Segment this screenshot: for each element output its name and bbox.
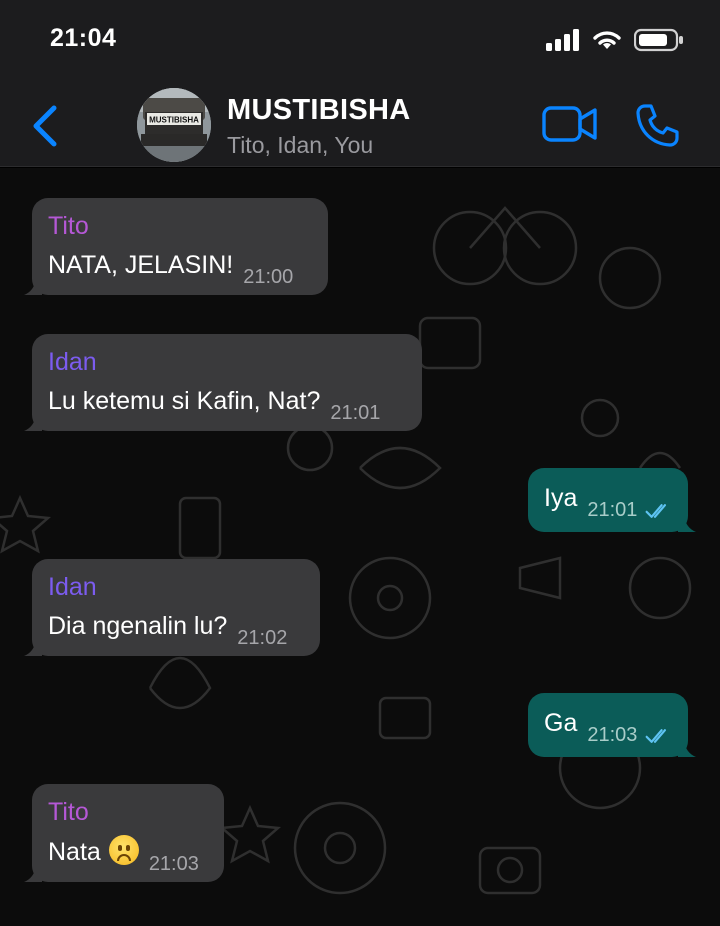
chat-header: MUSTIBISHA MUSTIBISHA Tito, Idan, You	[0, 84, 720, 167]
incoming-message-bubble[interactable]: Idan Dia ngenalin lu? 21:02	[24, 559, 320, 656]
sender-name: Idan	[48, 573, 97, 601]
phone-icon	[636, 104, 679, 147]
incoming-message-bubble[interactable]: Tito Nata 21:03	[24, 784, 224, 882]
bubble-tail	[24, 279, 42, 295]
sender-name: Idan	[48, 348, 97, 376]
read-receipt-icon	[646, 729, 667, 743]
message-time: 21:03	[587, 724, 638, 746]
message-time: 21:03	[148, 853, 199, 875]
sender-name: Tito	[48, 798, 89, 826]
group-avatar[interactable]: MUSTIBISHA	[137, 88, 211, 162]
voice-call-button[interactable]	[634, 102, 680, 148]
message-text: Lu ketemu si Kafin, Nat?	[48, 387, 321, 415]
bubble-tail	[24, 866, 42, 882]
bubble-tail	[24, 415, 42, 431]
back-button[interactable]	[30, 104, 64, 148]
frowning-face-icon	[108, 835, 139, 865]
message-text: Nata	[48, 835, 139, 868]
bubble-tail	[678, 516, 696, 532]
message-text: Dia ngenalin lu?	[48, 612, 228, 640]
outgoing-message-bubble[interactable]: Ga 21:03	[528, 693, 696, 757]
incoming-message-bubble[interactable]: Idan Lu ketemu si Kafin, Nat? 21:01	[24, 334, 422, 431]
message-text: Iya	[544, 484, 578, 512]
signal-icon	[546, 29, 579, 51]
status-time: 21:04	[50, 24, 117, 52]
battery-icon	[634, 28, 683, 52]
message-text-content: Nata	[48, 838, 101, 866]
wifi-icon	[593, 31, 621, 49]
video-camera-icon	[542, 106, 597, 142]
message-time: 21:01	[587, 499, 638, 521]
status-icons	[546, 28, 684, 52]
status-bar: 21:04	[0, 0, 720, 84]
incoming-message-bubble[interactable]: Tito NATA, JELASIN! 21:00	[24, 198, 328, 295]
read-receipt-icon	[646, 504, 667, 518]
bubble-tail	[678, 741, 696, 757]
message-time: 21:00	[243, 266, 294, 288]
chat-area[interactable]: Tito NATA, JELASIN! 21:00 Idan Lu ketemu…	[0, 168, 720, 926]
outgoing-message-bubble[interactable]: Iya 21:01	[528, 468, 696, 532]
chevron-left-icon	[33, 105, 57, 147]
group-name[interactable]: MUSTIBISHA	[227, 94, 410, 127]
svg-text:MUSTIBISHA: MUSTIBISHA	[149, 116, 199, 125]
group-avatar-image: MUSTIBISHA	[137, 88, 211, 162]
bubble-tail	[24, 640, 42, 656]
sender-name: Tito	[48, 212, 89, 240]
message-time: 21:01	[330, 402, 381, 424]
group-members: Tito, Idan, You	[227, 132, 374, 158]
message-time: 21:02	[237, 627, 288, 649]
message-text: NATA, JELASIN!	[48, 251, 234, 279]
video-call-button[interactable]	[541, 104, 599, 144]
message-text: Ga	[544, 709, 578, 737]
